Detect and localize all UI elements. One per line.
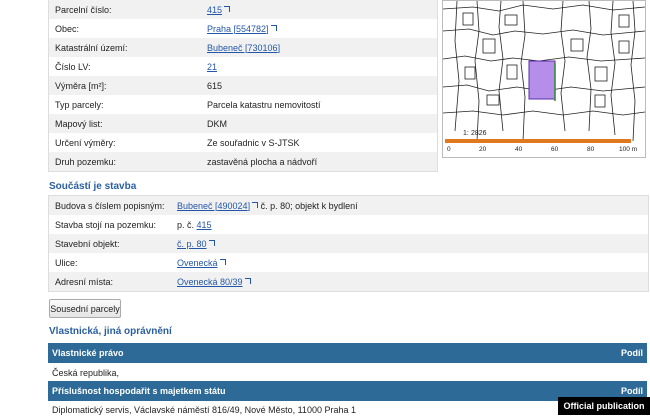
row-street: Ulice: Ovenecká <box>48 253 649 272</box>
scale-label-100: 100 m <box>619 146 637 153</box>
map-scale-bar <box>445 139 631 143</box>
value-land-type: zastavěná plocha a nádvoří <box>201 152 438 172</box>
row-lv-number: Číslo LV: 21 <box>48 57 438 76</box>
ownership-type-label: Vlastnické právo <box>52 348 124 358</box>
link-address-points[interactable]: Ovenecká 80/39 <box>177 277 251 287</box>
label-building-parcel: Stavba stojí na pozemku: <box>48 215 171 234</box>
row-municipality: Obec: Praha [554782] <box>48 19 438 38</box>
scale-label-40: 40 <box>515 146 523 153</box>
external-link-icon <box>244 277 251 284</box>
link-building-object[interactable]: č. p. 80 <box>177 239 215 249</box>
owner-name: Česká republika, <box>52 368 120 378</box>
parcel-info-table: Parcelní číslo: 415 Obec: Praha [554782]… <box>48 0 438 172</box>
cadastral-map[interactable]: 1: 2826 0 20 40 60 80 100 m <box>442 0 646 158</box>
external-link-icon <box>224 5 231 12</box>
map-drawing: 1: 2826 0 20 40 60 80 100 m <box>443 1 645 153</box>
row-address-points: Adresní místa: Ovenecká 80/39 <box>48 272 649 292</box>
label-lv-number: Číslo LV: <box>48 57 201 76</box>
owner-row: Česká republika, <box>48 364 647 381</box>
official-publication-badge: Official publication <box>558 397 650 415</box>
label-area-determination: Určení výměry: <box>48 133 201 152</box>
scale-label-0: 0 <box>447 146 451 153</box>
map-scale-prefix: 1: <box>463 130 469 137</box>
row-land-type: Druh pozemku: zastavěná plocha a nádvoří <box>48 152 438 172</box>
label-building-object: Stavební objekt: <box>48 234 171 253</box>
link-parcel-number[interactable]: 415 <box>207 5 231 15</box>
ownership-header-bar: Vlastnické právo Podíl <box>48 343 647 363</box>
row-building-parcel: Stavba stojí na pozemku: p. č. 415 <box>48 215 649 234</box>
label-address-points: Adresní místa: <box>48 272 171 292</box>
value-map-sheet: DKM <box>201 114 438 133</box>
label-street: Ulice: <box>48 253 171 272</box>
ownership-section-title: Vlastnická, jiná oprávnění <box>49 326 172 337</box>
building-table: Budova s číslem popisným: Bubeneč [49002… <box>48 195 649 292</box>
label-parcel-type: Typ parcely: <box>48 95 201 114</box>
external-link-icon <box>252 201 259 208</box>
external-link-icon <box>208 239 215 246</box>
scale-label-80: 80 <box>587 146 595 153</box>
label-cadastral-area: Katastrální území: <box>48 38 201 57</box>
building-number-suffix: č. p. 80; objekt k bydlení <box>258 200 358 211</box>
label-municipality: Obec: <box>48 19 201 38</box>
value-parcel-type: Parcela katastru nemovitostí <box>201 95 438 114</box>
link-building-parcel[interactable]: 415 <box>197 220 212 230</box>
state-management-label: Příslušnost hospodařit s majetkem státu <box>52 386 226 396</box>
building-parcel-prefix: p. č. <box>177 219 197 230</box>
external-link-icon <box>270 24 277 31</box>
label-land-type: Druh pozemku: <box>48 152 201 172</box>
label-building-number: Budova s číslem popisným: <box>48 195 171 215</box>
share-column-label-2: Podíl <box>621 386 643 396</box>
row-parcel-number: Parcelní číslo: 415 <box>48 0 438 19</box>
row-building-object: Stavební objekt: č. p. 80 <box>48 234 649 253</box>
scale-label-20: 20 <box>479 146 487 153</box>
row-area: Výměra [m²]: 615 <box>48 76 438 95</box>
row-parcel-type: Typ parcely: Parcela katastru nemovitost… <box>48 95 438 114</box>
row-map-sheet: Mapový list: DKM <box>48 114 438 133</box>
state-manager-name: Diplomatický servis, Václavské náměstí 8… <box>52 405 356 415</box>
link-lv-number[interactable]: 21 <box>207 62 217 72</box>
label-map-sheet: Mapový list: <box>48 114 201 133</box>
scale-label-60: 60 <box>551 146 559 153</box>
row-cadastral-area: Katastrální území: Bubeneč [730106] <box>48 38 438 57</box>
link-street[interactable]: Ovenecká <box>177 258 226 268</box>
label-area: Výměra [m²]: <box>48 76 201 95</box>
link-cadastral-area[interactable]: Bubeneč [730106] <box>207 43 280 53</box>
row-building-number: Budova s číslem popisným: Bubeneč [49002… <box>48 195 649 215</box>
neighboring-parcels-button[interactable]: Sousední parcely <box>49 299 121 318</box>
value-area-determination: Ze souřadnic v S-JTSK <box>201 133 438 152</box>
label-parcel-number: Parcelní číslo: <box>48 0 201 19</box>
value-area: 615 <box>201 76 438 95</box>
map-scale-value: 2826 <box>471 130 487 137</box>
building-section-title: Součástí je stavba <box>49 181 137 192</box>
external-link-icon <box>219 258 226 265</box>
link-building-number[interactable]: Bubeneč [490024] <box>177 201 259 211</box>
row-area-determination: Určení výměry: Ze souřadnic v S-JTSK <box>48 133 438 152</box>
link-municipality[interactable]: Praha [554782] <box>207 24 277 34</box>
share-column-label: Podíl <box>621 348 643 358</box>
selected-parcel-highlight <box>528 60 556 100</box>
